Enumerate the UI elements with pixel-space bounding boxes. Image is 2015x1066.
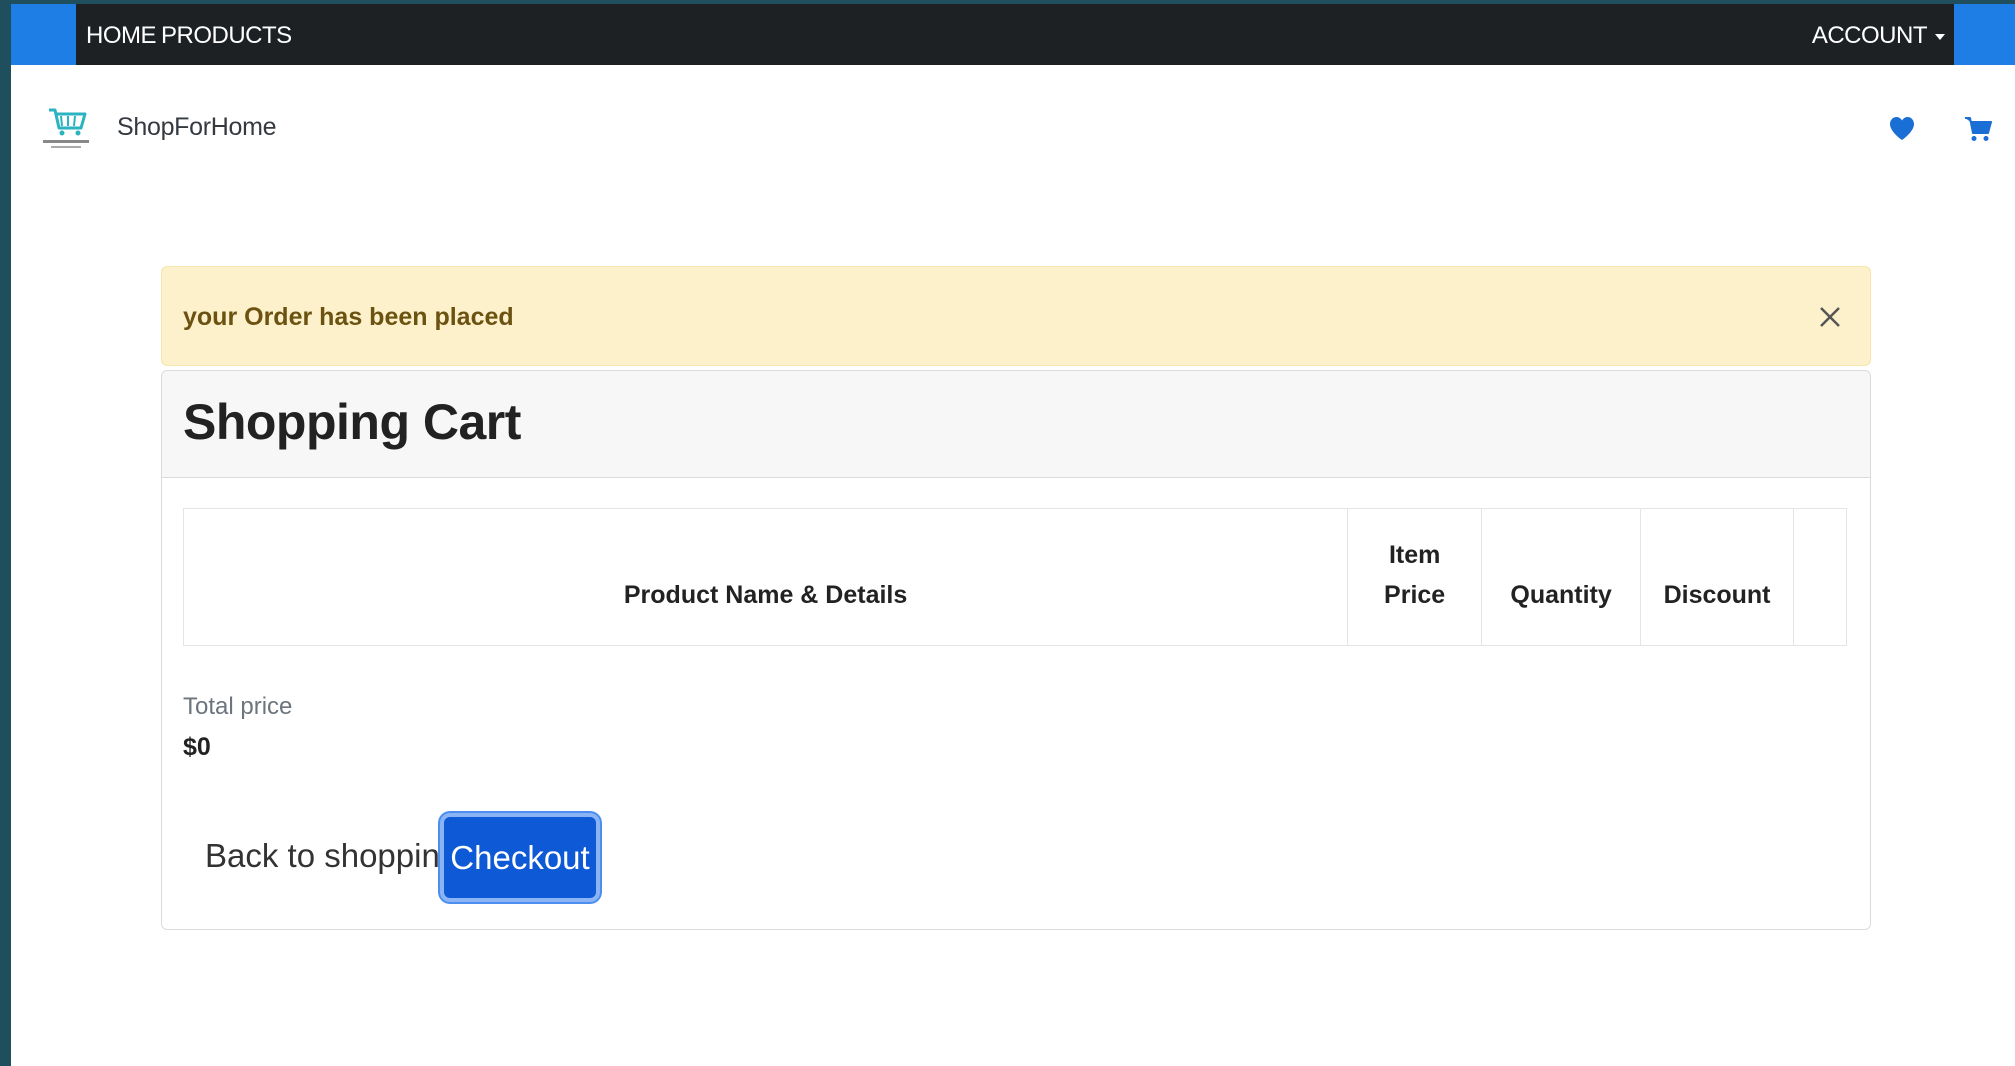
card-header: Shopping Cart [162,371,1870,478]
nav-products-link[interactable]: PRODUCTS [161,22,292,50]
nav-home-link[interactable]: HOME [86,22,157,50]
close-icon [1820,307,1840,327]
account-dropdown[interactable]: ACCOUNT [1812,22,1945,50]
wishlist-button[interactable] [1887,114,1917,144]
column-header-product: Product Name & Details [182,508,1349,646]
column-header-item-price: Item Price [1347,508,1483,646]
caret-down-icon [1935,34,1945,40]
shopping-cart-logo-icon [43,108,89,148]
cart-icon [1965,117,1992,141]
column-header-actions [1793,508,1847,646]
cart-button[interactable] [1963,114,1993,144]
account-label: ACCOUNT [1811,22,1928,49]
alert-message: your Order has been placed [183,303,514,331]
navbar-accent-right [1954,4,2015,65]
brand-name: ShopForHome [117,112,277,141]
shopping-cart-card: Shopping Cart Product Name & Details Ite… [161,370,1871,930]
alert-close-button[interactable] [1810,297,1850,337]
total-price-value: $0 [183,733,211,761]
cart-table: Product Name & Details Item Price Quantit… [182,508,1847,646]
navbar-accent-left [11,4,76,65]
order-placed-alert: your Order has been placed [161,266,1871,366]
checkout-button[interactable]: Checkout [440,813,600,902]
app-window: HOME PRODUCTS ACCOUNT ShopForHome your O… [11,4,2015,1066]
page-title: Shopping Cart [183,394,521,450]
top-navbar: HOME PRODUCTS ACCOUNT [11,4,2015,65]
brand-link[interactable]: ShopForHome [41,104,277,150]
back-to-shopping-button[interactable]: Back to shopping [205,837,458,875]
heart-icon [1890,117,1914,140]
total-price-label: Total price [183,693,293,720]
column-header-discount: Discount [1640,508,1795,646]
table-header-row: Product Name & Details Item Price Quantit… [182,508,1847,646]
column-header-quantity: Quantity [1481,508,1642,646]
